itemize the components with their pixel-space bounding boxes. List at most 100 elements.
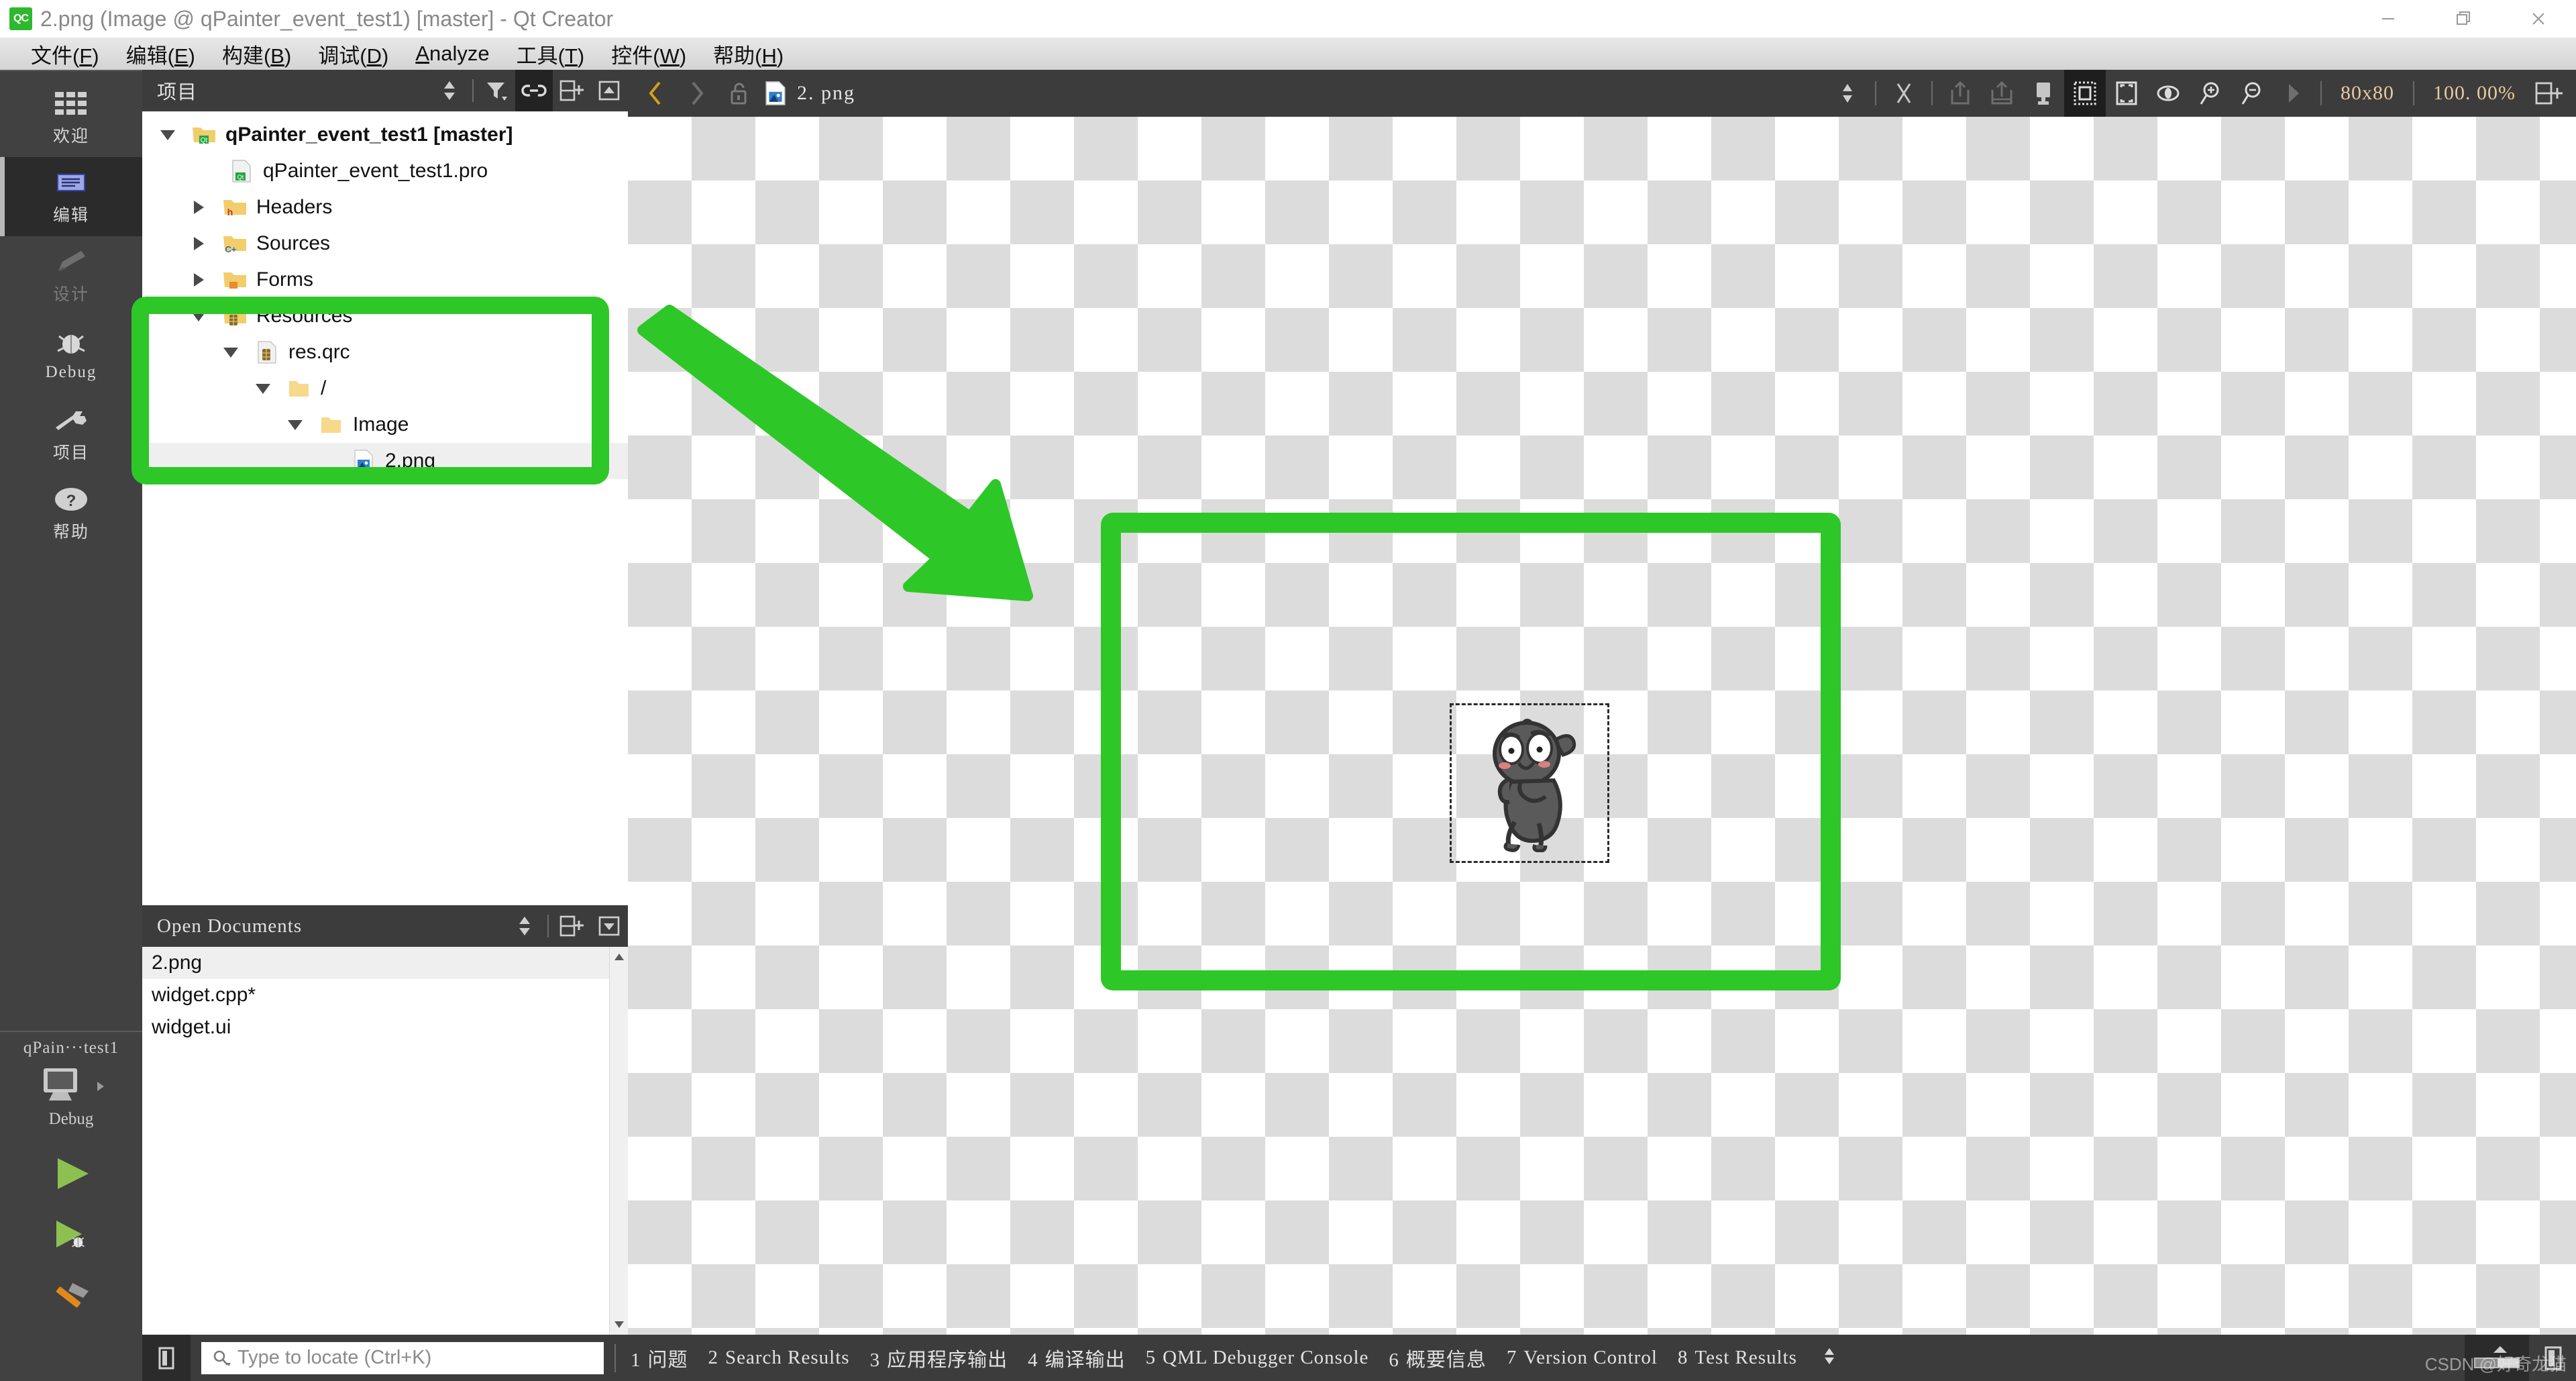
output-pane-test-results[interactable]: 8 Test Results: [1678, 1347, 1797, 1369]
close-document-icon[interactable]: [1883, 70, 1925, 117]
close-panel-icon[interactable]: [590, 70, 628, 111]
menu-analyze[interactable]: Analyze: [402, 40, 502, 67]
grid-icon: [55, 88, 87, 119]
cartoon-creature-sprite: [1493, 718, 1576, 852]
sources-folder-icon: C+: [217, 233, 252, 254]
output-pane-qml-debugger-console[interactable]: 5 QML Debugger Console: [1146, 1347, 1369, 1369]
tree-row-project[interactable]: Qt qPainter_event_test1 [master]: [142, 117, 628, 153]
kit-project-name: qPain···test1: [23, 1039, 119, 1057]
sidebar-item-edit-label: 编辑: [52, 207, 89, 225]
expander-arrow[interactable]: [180, 273, 217, 287]
expander-arrow[interactable]: [149, 130, 186, 140]
menu-build[interactable]: 构建(B): [209, 38, 305, 70]
image-canvas[interactable]: [628, 117, 2576, 1335]
split-selector-icon[interactable]: [1827, 70, 1868, 117]
panel-selector-icon[interactable]: [431, 70, 468, 111]
filter-icon[interactable]: [478, 70, 515, 111]
expander-arrow[interactable]: [180, 237, 217, 250]
pane-selector-icon[interactable]: [1821, 1341, 1837, 1374]
expander-arrow[interactable]: [180, 201, 217, 214]
debug-button[interactable]: [47, 1215, 95, 1260]
menu-file[interactable]: 文件(F): [17, 38, 113, 70]
unlocked-icon[interactable]: [718, 70, 759, 117]
open-documents-header: Open Documents: [142, 905, 628, 947]
output-pane-issues[interactable]: 1 问题: [631, 1344, 688, 1372]
toggle-alpha-icon[interactable]: [2147, 70, 2189, 117]
image-selection-box[interactable]: [1450, 703, 1609, 863]
menu-widgets-label: 控件: [611, 44, 653, 68]
mode-selector: 欢迎 编辑 设计 Debug 项目 ? 帮助 qPain···test1 Deb…: [0, 70, 142, 1381]
export-icon[interactable]: [1939, 70, 1981, 117]
build-hammer-icon: [56, 1283, 89, 1308]
menu-help[interactable]: 帮助(H): [700, 38, 797, 70]
svg-text:Qt: Qt: [201, 137, 208, 144]
show-outline-icon[interactable]: [2064, 70, 2106, 117]
scroll-down-icon[interactable]: [610, 1315, 629, 1335]
minimize-button[interactable]: [2351, 0, 2426, 38]
sidebar-item-edit[interactable]: 编辑: [0, 157, 142, 236]
tree-label: Headers: [256, 196, 333, 218]
sidebar-item-welcome[interactable]: 欢迎: [0, 78, 142, 157]
fit-to-screen-icon[interactable]: [2106, 70, 2147, 117]
play-animation-icon[interactable]: [2272, 70, 2314, 117]
sidebar-item-debug[interactable]: Debug: [0, 315, 142, 395]
split-icon[interactable]: [553, 70, 590, 111]
output-pane-search-results[interactable]: 2 Search Results: [708, 1347, 850, 1369]
list-item[interactable]: widget.ui: [142, 1011, 628, 1043]
toolbar-divider: [1931, 81, 1933, 105]
run-button[interactable]: [47, 1153, 95, 1198]
output-pane-general-messages[interactable]: 6 概要信息: [1389, 1344, 1487, 1372]
search-input[interactable]: Type to locate (Ctrl+K): [201, 1341, 604, 1374]
nav-forward-icon[interactable]: [676, 70, 718, 117]
panel-selector-icon[interactable]: [506, 905, 543, 947]
tree-row-forms[interactable]: Forms: [142, 262, 628, 298]
lines-icon: [57, 167, 85, 198]
split-editor-icon[interactable]: [2528, 70, 2569, 117]
editor-toolbar: 2. png 80x80 100. 00%: [628, 70, 2576, 117]
forms-folder-icon: [217, 269, 252, 291]
output-pane-compile-output[interactable]: 4 编译输出: [1028, 1344, 1126, 1372]
pane-label: 问题: [647, 1349, 688, 1371]
close-button[interactable]: [2501, 0, 2576, 38]
pane-number: 5: [1145, 1347, 1157, 1368]
build-button[interactable]: [47, 1278, 95, 1323]
link-icon[interactable]: [515, 70, 553, 111]
tree-row-headers[interactable]: h Headers: [142, 189, 628, 225]
menu-debug[interactable]: 调试(D): [305, 38, 402, 70]
sidebar-item-design[interactable]: 设计: [0, 236, 142, 315]
menu-build-mnemonic: B: [270, 44, 284, 68]
tree-row-pro-file[interactable]: Qt qPainter_event_test1.pro: [142, 153, 628, 189]
pane-number: 7: [1506, 1347, 1517, 1368]
toolbar-divider: [2413, 81, 2414, 105]
list-item[interactable]: 2.png: [142, 947, 628, 979]
menu-widgets[interactable]: 控件(W): [598, 38, 700, 70]
export-all-icon[interactable]: [1981, 70, 2023, 117]
sidebar-item-projects[interactable]: 项目: [0, 395, 142, 474]
split-icon[interactable]: [553, 905, 590, 947]
sidebar-item-welcome-label: 欢迎: [52, 127, 89, 146]
toggle-sidebar-icon[interactable]: [142, 1335, 191, 1381]
png-file-icon: [765, 81, 786, 105]
output-pane-application-output[interactable]: 3 应用程序输出: [870, 1344, 1008, 1372]
menu-debug-mnemonic: D: [366, 44, 382, 68]
zoom-out-icon[interactable]: [2231, 70, 2272, 117]
output-pane-version-control[interactable]: 7 Version Control: [1507, 1347, 1658, 1369]
zoom-in-icon[interactable]: [2189, 70, 2231, 117]
restore-button[interactable]: [2426, 0, 2501, 38]
editor-file-chip[interactable]: 2. png: [763, 79, 855, 107]
kit-selector[interactable]: qPain···test1 Debug: [0, 1031, 142, 1323]
tree-row-sources[interactable]: C+ Sources: [142, 225, 628, 262]
sidebar-item-help-label: 帮助: [52, 523, 89, 542]
sidebar-item-help[interactable]: ? 帮助: [0, 474, 142, 553]
kit-target-row[interactable]: [34, 1064, 108, 1109]
menu-tools[interactable]: 工具(T): [503, 38, 598, 70]
open-documents-toolbar: [506, 905, 628, 947]
close-panel-icon[interactable]: [590, 905, 628, 947]
menu-edit[interactable]: 编辑(E): [113, 38, 209, 70]
background-icon[interactable]: [2023, 70, 2064, 117]
nav-back-icon[interactable]: [635, 70, 676, 117]
list-item[interactable]: widget.cpp*: [142, 979, 628, 1011]
documents-scrollbar[interactable]: [609, 947, 629, 1335]
image-editor: 2. png 80x80 100. 00%: [628, 70, 2576, 1335]
scroll-up-icon[interactable]: [610, 947, 629, 967]
